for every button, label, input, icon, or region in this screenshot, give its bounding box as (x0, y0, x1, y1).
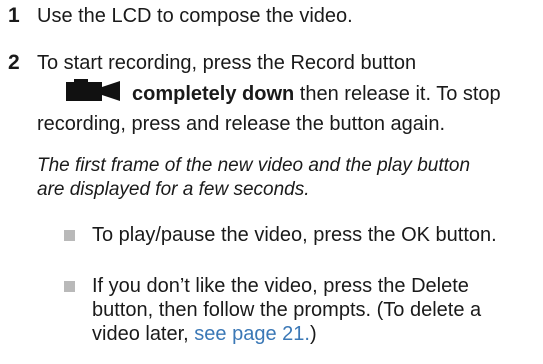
see-page-link[interactable]: see page 21. (194, 323, 310, 345)
step-number: 1 (8, 4, 20, 27)
step-text-line-1: To start recording, press the Record but… (37, 52, 417, 74)
bullet-text: To play/pause the video, press the OK bu… (92, 224, 497, 246)
bullet-text-line-3: video later, see page 21.) (92, 323, 317, 345)
bullet-text-line-2: button, then follow the prompts. (To del… (92, 299, 482, 321)
step-text-line-3: recording, press and release the button … (37, 113, 446, 135)
square-bullet-icon (64, 281, 75, 292)
step-text: Use the LCD to compose the video. (37, 5, 353, 27)
square-bullet-icon (64, 230, 75, 241)
emphasis-text: completely down (132, 83, 295, 105)
bullet-text-line-1: If you don’t like the video, press the D… (92, 275, 469, 297)
step-text-line-2: completely down then release it. To stop (132, 83, 501, 105)
video-camera-icon (66, 79, 120, 101)
manual-page: 1 Use the LCD to compose the video. 2 To… (0, 0, 543, 364)
step-number: 2 (8, 51, 20, 74)
note-line-1: The first frame of the new video and the… (37, 155, 471, 176)
note-line-2: are displayed for a few seconds. (37, 179, 310, 200)
